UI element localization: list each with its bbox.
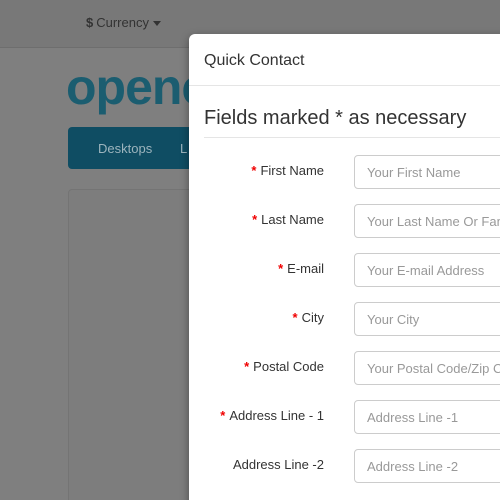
- menu-item-laptops[interactable]: L: [180, 141, 187, 156]
- required-marker: *: [252, 212, 258, 227]
- currency-label: Currency: [96, 15, 149, 30]
- postal-code-input[interactable]: [354, 351, 500, 385]
- caret-down-icon: [152, 21, 161, 27]
- menu-item-desktops[interactable]: Desktops: [98, 141, 152, 156]
- address-line-2-label: Address Line -2: [232, 457, 324, 472]
- required-marker: *: [251, 163, 257, 178]
- email-label: * E-mail: [278, 261, 324, 276]
- store-logo[interactable]: openc: [66, 62, 209, 112]
- modal-title: Quick Contact: [204, 52, 305, 69]
- required-marker: *: [292, 310, 298, 325]
- address-line-2-input[interactable]: [354, 449, 500, 483]
- last-name-input[interactable]: [354, 204, 500, 238]
- quick-contact-modal: Quick Contact Fields marked * as necessa…: [189, 34, 500, 500]
- required-marker: *: [278, 261, 284, 276]
- main-menu: Desktops L: [68, 127, 208, 169]
- city-input[interactable]: [354, 302, 500, 336]
- form-row-first-name: * First Name: [189, 155, 500, 189]
- first-name-input[interactable]: [354, 155, 500, 189]
- required-marker: *: [220, 408, 226, 423]
- last-name-label: * Last Name: [252, 212, 324, 227]
- form-row-last-name: * Last Name: [189, 204, 500, 238]
- email-input[interactable]: [354, 253, 500, 287]
- city-label: * City: [292, 310, 324, 325]
- postal-code-label: * Postal Code: [244, 359, 324, 374]
- form-row-postal-code: * Postal Code: [189, 351, 500, 385]
- first-name-label: * First Name: [251, 163, 324, 178]
- form-row-city: * City: [189, 302, 500, 336]
- address-line-1-label: * Address Line - 1: [220, 408, 324, 423]
- address-line-1-input[interactable]: [354, 400, 500, 434]
- required-marker: *: [244, 359, 250, 374]
- form-legend: Fields marked * as necessary: [204, 107, 500, 138]
- currency-symbol: $: [86, 15, 94, 30]
- currency-dropdown[interactable]: $ Currency: [86, 15, 161, 30]
- page: $ Currency openc Desktops L Quick Contact…: [0, 0, 500, 500]
- form-row-address-line-2: Address Line -2: [189, 449, 500, 483]
- modal-header: Quick Contact: [189, 34, 500, 86]
- form-row-email: * E-mail: [189, 253, 500, 287]
- form-row-address-line-1: * Address Line - 1: [189, 400, 500, 434]
